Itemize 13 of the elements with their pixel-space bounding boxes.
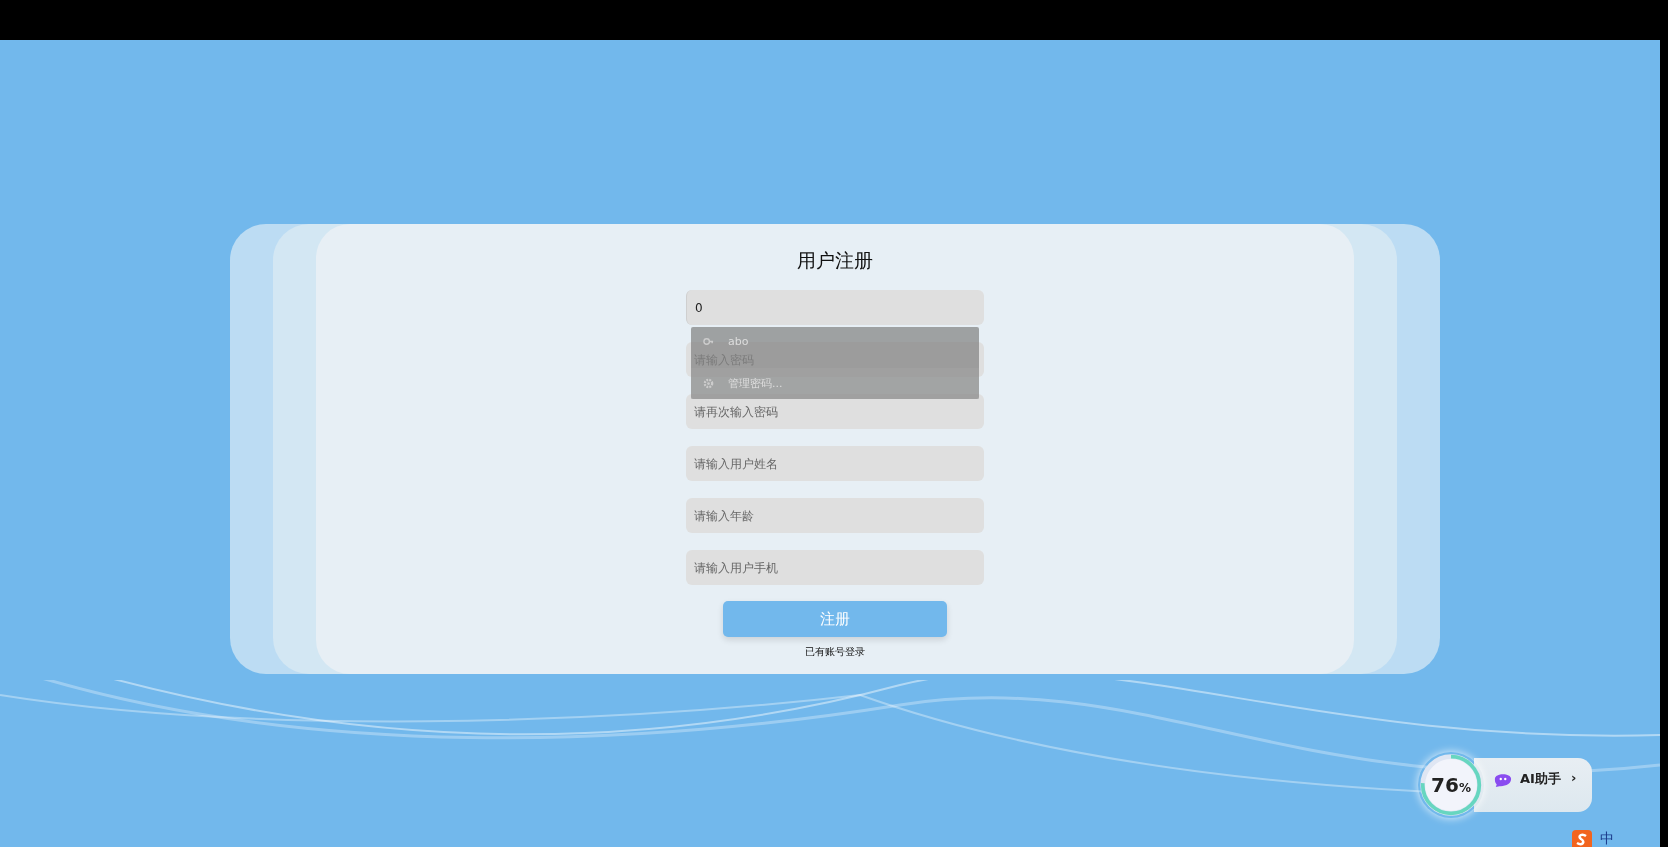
login-link[interactable]: 已有账号登录 (805, 645, 865, 659)
input-field[interactable]: 请输入年龄 (686, 498, 984, 533)
input-field[interactable]: 请输入用户手机 (686, 550, 984, 585)
assistant-button[interactable]: AI助手 › (1474, 758, 1592, 812)
key-icon (703, 336, 714, 347)
input-field[interactable]: 0 (686, 290, 984, 325)
form-title: 用户注册 (797, 248, 873, 273)
percent-unit: % (1458, 781, 1471, 795)
ime-logo-icon (1572, 830, 1592, 847)
percent-value: 76 (1431, 773, 1459, 797)
input-field[interactable]: 请输入用户姓名 (686, 446, 984, 481)
ime-indicator[interactable]: 中 (1600, 830, 1614, 847)
gear-icon (703, 378, 714, 389)
